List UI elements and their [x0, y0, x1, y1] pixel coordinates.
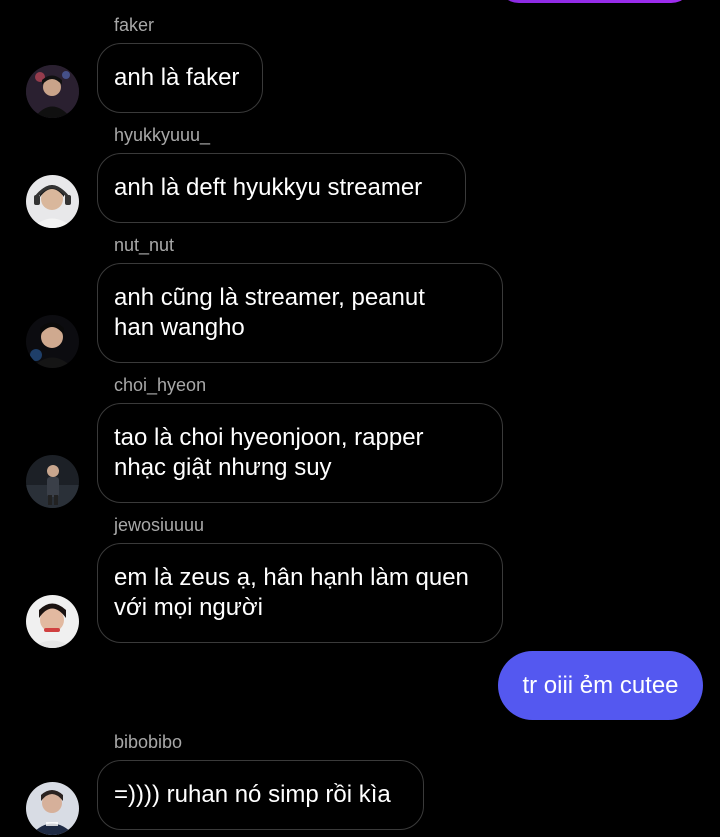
sent-message-bubble[interactable]: tr oiii ẻm cutee — [498, 651, 703, 720]
sender-username: jewosiuuuu — [114, 515, 205, 535]
sender-username: faker — [114, 15, 155, 35]
avatar[interactable] — [26, 595, 79, 648]
avatar[interactable] — [26, 455, 79, 508]
message-bubble[interactable]: anh là deft hyukkyu streamer — [97, 153, 466, 223]
previous-sent-bubble — [497, 0, 693, 3]
avatar[interactable] — [26, 175, 79, 228]
message-bubble[interactable]: tao là choi hyeonjoon, rapper nhạc giật … — [97, 403, 503, 503]
sender-username: choi_hyeon — [114, 375, 207, 395]
avatar[interactable] — [26, 65, 79, 118]
avatar[interactable] — [26, 315, 79, 368]
avatar[interactable] — [26, 782, 79, 835]
sender-username: nut_nut — [114, 235, 175, 255]
sender-username: hyukkyuuu_ — [114, 125, 211, 145]
message-bubble[interactable]: anh là faker — [97, 43, 263, 113]
message-bubble[interactable]: em là zeus ạ, hân hạnh làm quen với mọi … — [97, 543, 503, 643]
message-bubble[interactable]: =)))) ruhan nó simp rồi kìa — [97, 760, 424, 830]
sender-username: bibobibo — [114, 732, 183, 752]
message-bubble[interactable]: anh cũng là streamer, peanut han wangho — [97, 263, 503, 363]
